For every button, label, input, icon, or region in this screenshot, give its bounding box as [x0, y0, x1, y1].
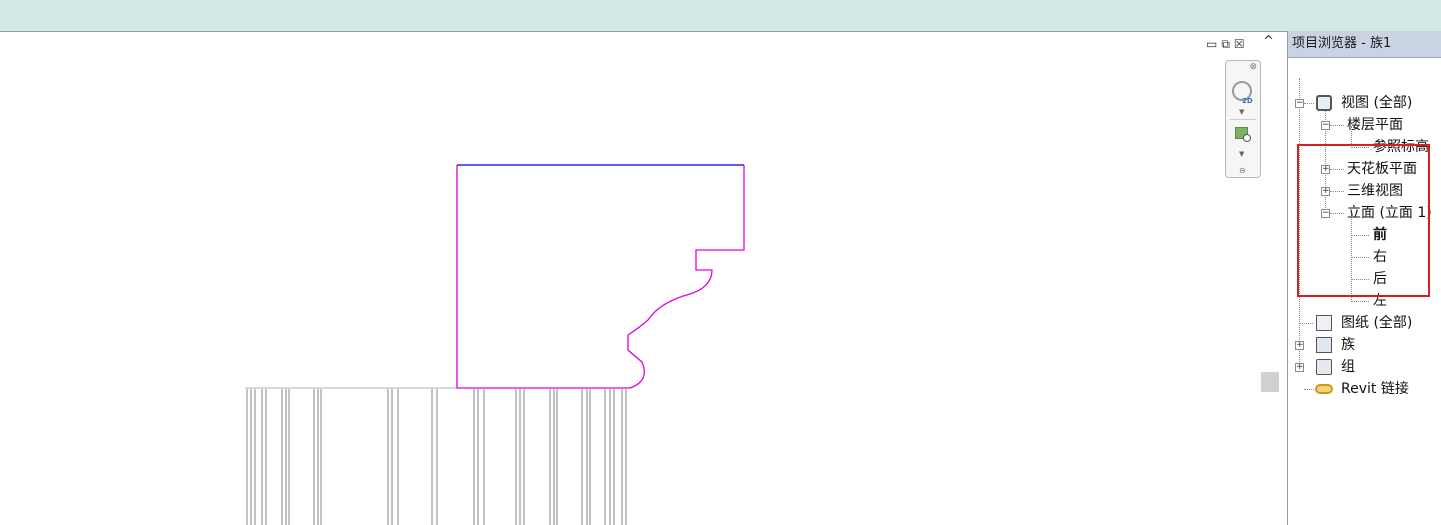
tree-line [1304, 389, 1314, 390]
scrollbar-thumb[interactable] [1261, 372, 1279, 392]
families-icon [1316, 337, 1332, 353]
annotation-highlight-box [1297, 144, 1430, 297]
lower-wall-lines [246, 389, 627, 525]
view-window-controls: ▭ ⧉ ☒ [1206, 36, 1245, 52]
tree-item-revit-links[interactable]: Revit 链接 [1341, 379, 1409, 399]
navbar-options-icon[interactable]: ⊖ [1239, 166, 1246, 175]
wheel-2d-label: 2D [1242, 97, 1253, 105]
collapse-toggle-floor-plans[interactable]: − [1321, 121, 1330, 130]
scroll-up-arrow[interactable]: ^ [1263, 34, 1274, 49]
tree-item-sheets[interactable]: 图纸 (全部) [1341, 313, 1412, 333]
close-icon[interactable]: ☒ [1234, 37, 1245, 51]
project-browser-title: 项目浏览器 - 族1 [1288, 31, 1441, 58]
tree-line [1351, 301, 1369, 302]
tree-item-families[interactable]: 族 [1341, 335, 1355, 355]
tree-item-floor-plans[interactable]: 楼层平面 [1347, 115, 1403, 135]
minimize-icon[interactable]: ▭ [1206, 37, 1217, 51]
expand-toggle-groups[interactable]: + [1295, 363, 1304, 372]
restore-icon[interactable]: ⧉ [1221, 37, 1230, 51]
zoom-dropdown-icon[interactable]: ▼ [1239, 150, 1244, 158]
navigation-bar: ⊗ 2D ▼ ▼ ⊖ [1225, 60, 1261, 178]
wheel-dropdown-icon[interactable]: ▼ [1239, 108, 1244, 116]
groups-icon [1316, 359, 1332, 375]
tree-line [1299, 323, 1313, 324]
navbar-divider [1230, 119, 1256, 120]
views-icon [1316, 95, 1332, 111]
zoom-lens-icon [1243, 134, 1251, 142]
tree-item-groups[interactable]: 组 [1341, 357, 1355, 377]
tree-line [1304, 103, 1314, 104]
tree-item-views[interactable]: 视图 (全部) [1341, 93, 1412, 113]
revit-link-icon [1315, 384, 1333, 394]
ribbon-bar [0, 0, 1441, 32]
drawing-canvas[interactable] [0, 32, 1282, 525]
navbar-close-icon[interactable]: ⊗ [1249, 62, 1257, 72]
molding-profile[interactable] [456, 165, 745, 389]
sheets-icon [1316, 315, 1332, 331]
tree-line [1330, 125, 1344, 126]
family-drawing [245, 164, 745, 525]
expand-toggle-families[interactable]: + [1295, 341, 1304, 350]
collapse-toggle-views[interactable]: − [1295, 99, 1304, 108]
